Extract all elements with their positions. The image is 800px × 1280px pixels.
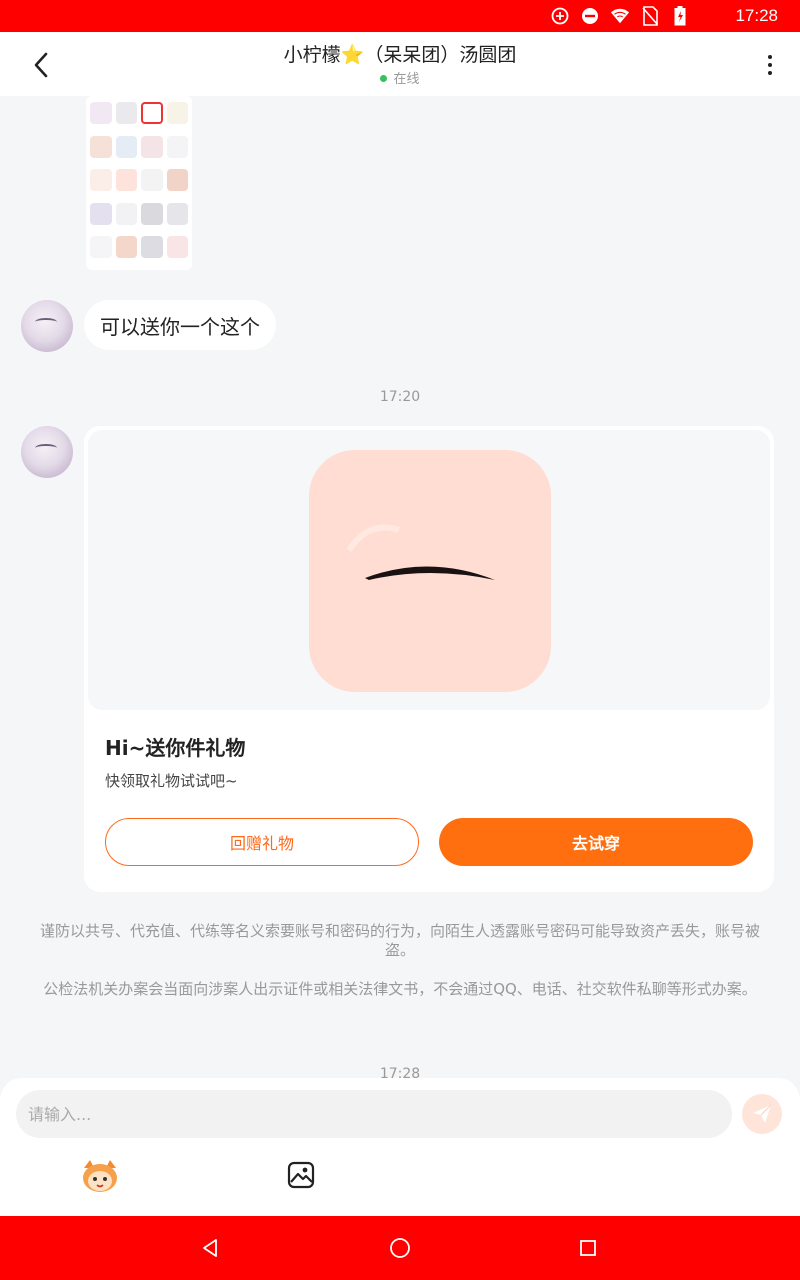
- more-dot: [768, 71, 772, 75]
- thumbnail-cell: [115, 236, 137, 259]
- circle-home-icon: [390, 1238, 410, 1258]
- thumbnail-cell: [141, 202, 163, 225]
- nav-recents-button[interactable]: [576, 1236, 600, 1260]
- chat-messages[interactable]: 可以送你一个这个 17:20 Hi~送你件礼物 快领取礼物试试吧~ 回赠礼物 去…: [0, 96, 800, 1080]
- chat-header: 小柠檬⭐（呆呆团）汤圆团 在线: [0, 32, 800, 96]
- battery-charging-icon: [670, 6, 690, 26]
- input-area: [0, 1078, 800, 1216]
- thumbnail-cell: [90, 102, 112, 124]
- eyebrow-graphic: [346, 524, 495, 580]
- online-status: 在线: [0, 68, 800, 87]
- more-options-button[interactable]: [760, 50, 780, 80]
- gift-subtitle: 快领取礼物试试吧~: [105, 772, 238, 790]
- square-recents-icon: [580, 1240, 596, 1256]
- thumbnail-cell: [166, 135, 188, 158]
- thumbnail-cell: [90, 236, 112, 259]
- more-dot: [768, 63, 772, 67]
- thumbnail-cell: [166, 202, 188, 225]
- thumbnail-cell: [90, 135, 112, 158]
- image-picker-button[interactable]: [286, 1160, 316, 1190]
- thumbnail-cell: [166, 169, 188, 192]
- thumbnail-cell: [115, 102, 137, 124]
- shared-image-thumbnail[interactable]: [86, 96, 192, 270]
- mascot-emoji-button[interactable]: [80, 1158, 120, 1194]
- gift-card: Hi~送你件礼物 快领取礼物试试吧~ 回赠礼物 去试穿: [84, 426, 774, 892]
- status-bar: 17:28: [0, 0, 800, 32]
- wifi-icon: [610, 6, 630, 26]
- security-notice: 谨防以共号、代充值、代练等名义索要账号和密码的行为，向陌生人透露账号密码可能导致…: [39, 922, 760, 959]
- try-on-button[interactable]: 去试穿: [439, 818, 753, 866]
- thumbnail-cell: [90, 202, 112, 225]
- nav-home-button[interactable]: [388, 1236, 412, 1260]
- gift-title: Hi~送你件礼物: [105, 736, 246, 760]
- clock: 17:28: [735, 6, 778, 25]
- online-status-label: 在线: [393, 72, 420, 87]
- thumbnail-cell: [141, 135, 163, 158]
- message-timestamp: 17:20: [379, 389, 421, 405]
- thumbnail-cell: [115, 135, 137, 158]
- message-input[interactable]: [16, 1090, 732, 1138]
- mascot-icon: [83, 1160, 117, 1192]
- gift-image[interactable]: [309, 450, 551, 692]
- security-notice: 公检法机关办案会当面向涉案人出示证件或相关法律文书，不会通过QQ、电话、社交软件…: [43, 980, 757, 998]
- status-icons: [550, 6, 690, 26]
- navigation-bar: [0, 1216, 800, 1280]
- online-dot: [380, 75, 388, 82]
- image-icon: [287, 1161, 315, 1189]
- more-dot: [768, 55, 772, 59]
- thumbnail-cell: [141, 169, 163, 192]
- no-sim-icon: [640, 6, 660, 26]
- thumbnail-cell: [115, 202, 137, 225]
- thumbnail-cell: [115, 169, 137, 192]
- thumbnail-cell: [166, 236, 188, 259]
- do-not-disturb-icon: [580, 6, 600, 26]
- thumbnail-cell: [90, 169, 112, 192]
- avatar[interactable]: [21, 300, 73, 352]
- sync-icon: [550, 6, 570, 26]
- return-gift-button[interactable]: 回赠礼物: [105, 818, 419, 866]
- nav-back-button[interactable]: [198, 1236, 222, 1260]
- chat-title: 小柠檬⭐（呆呆团）汤圆团: [283, 44, 517, 66]
- thumbnail-cell: [141, 102, 163, 124]
- message-bubble: 可以送你一个这个: [84, 300, 276, 350]
- triangle-back-icon: [203, 1239, 217, 1257]
- thumbnail-cell: [141, 236, 163, 259]
- send-button[interactable]: [742, 1094, 782, 1134]
- send-icon: [753, 1104, 772, 1123]
- avatar[interactable]: [21, 426, 73, 478]
- thumbnail-cell: [166, 102, 188, 124]
- gift-image-area: [88, 430, 770, 710]
